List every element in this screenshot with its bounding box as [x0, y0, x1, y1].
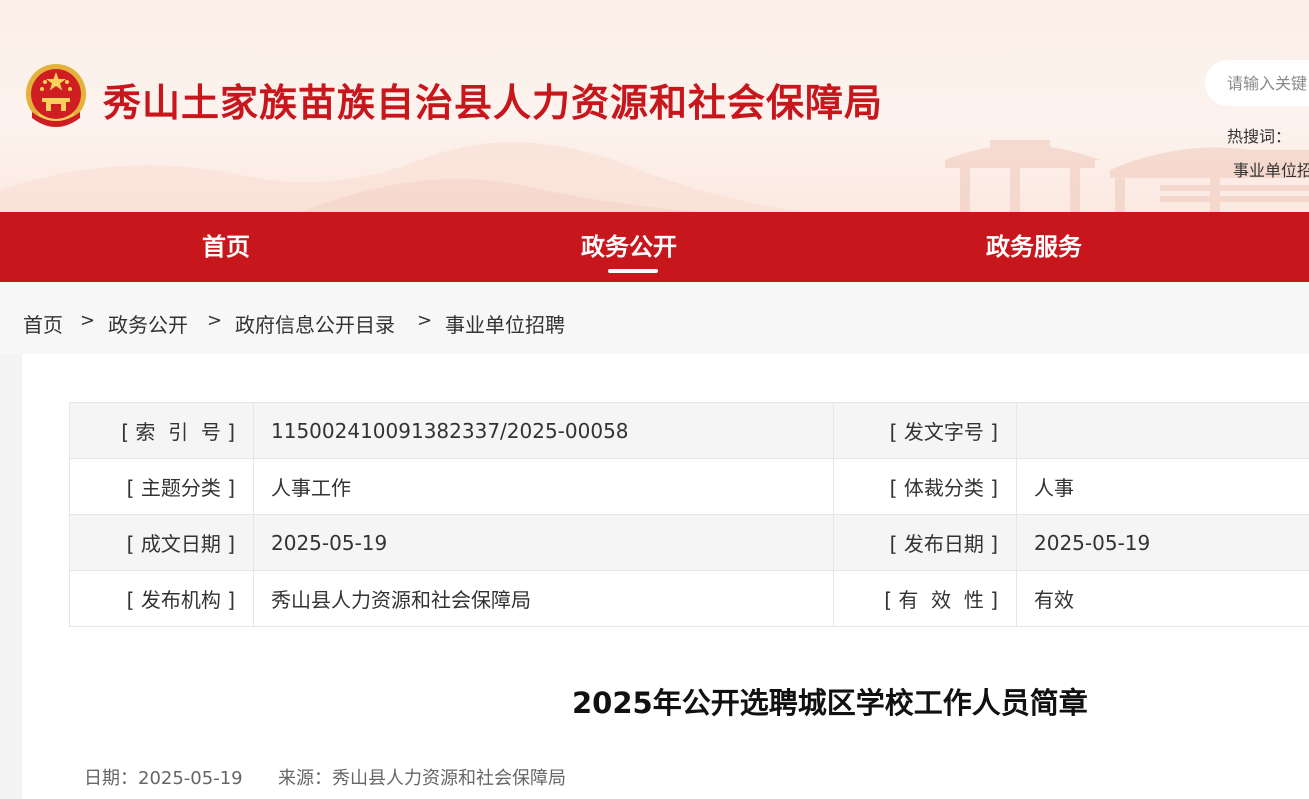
main-nav: 首页 政务公开 政务服务 [0, 212, 1309, 282]
table-row: [ 主题分类 ] 人事工作 [ 体裁分类 ] 人事 [69, 458, 1309, 515]
article-title: 2025年公开选聘城区学校工作人员简章 [572, 686, 1088, 720]
nav-item-government-services[interactable]: 政务服务 [986, 212, 1082, 282]
breadcrumb-separator: > [417, 310, 433, 331]
meta-label-written-date: [ 成文日期 ] [69, 514, 254, 571]
meta-label-index-number: [ 索 引 号 ] [69, 402, 254, 459]
national-emblem-icon [26, 64, 86, 127]
meta-value-publish-date: 2025-05-19 [1016, 514, 1309, 571]
breadcrumb-item-government-affairs[interactable]: 政务公开 [108, 309, 188, 338]
table-row: [ 发布机构 ] 秀山县人力资源和社会保障局 [ 有 效 性 ] 有效 [69, 570, 1309, 627]
breadcrumb-separator: > [207, 310, 223, 331]
meta-value-index-number: 115002410091382337/2025-00058 [253, 402, 834, 459]
article-source: 来源：秀山县人力资源和社会保障局 [278, 768, 566, 789]
table-row: [ 成文日期 ] 2025-05-19 [ 发布日期 ] 2025-05-19 [69, 514, 1309, 571]
meta-label-topic: [ 主题分类 ] [69, 458, 254, 515]
breadcrumb-item-home[interactable]: 首页 [23, 309, 63, 338]
hot-search-item[interactable]: 事业单位招 [1233, 157, 1309, 181]
breadcrumb-separator: > [80, 310, 96, 331]
meta-value-validity: 有效 [1016, 570, 1309, 627]
meta-value-genre: 人事 [1016, 458, 1309, 515]
content-card: [ 索 引 号 ] 115002410091382337/2025-00058 … [22, 354, 1309, 799]
breadcrumb: 首页 > 政务公开 > 政府信息公开目录 > 事业单位招聘 [0, 282, 1309, 354]
meta-value-document-number [1016, 402, 1309, 459]
site-header: 秀山土家族苗族自治县人力资源和社会保障局 热搜词： 事业单位招 [0, 0, 1309, 212]
article-date: 日期：2025-05-19 [84, 768, 243, 789]
search-input[interactable] [1205, 60, 1309, 106]
meta-label-validity: [ 有 效 性 ] [833, 570, 1017, 627]
meta-label-document-number: [ 发文字号 ] [833, 402, 1017, 459]
table-row: [ 索 引 号 ] 115002410091382337/2025-00058 … [69, 402, 1309, 459]
meta-value-written-date: 2025-05-19 [253, 514, 834, 571]
meta-label-publisher: [ 发布机构 ] [69, 570, 254, 627]
document-meta-table: [ 索 引 号 ] 115002410091382337/2025-00058 … [69, 402, 1309, 627]
meta-value-topic: 人事工作 [253, 458, 834, 515]
nav-active-indicator [608, 269, 658, 273]
meta-label-publish-date: [ 发布日期 ] [833, 514, 1017, 571]
hot-search-label: 热搜词： [1227, 127, 1292, 146]
nav-item-home[interactable]: 首页 [202, 212, 250, 282]
breadcrumb-item-catalog[interactable]: 政府信息公开目录 [235, 309, 395, 338]
meta-label-genre: [ 体裁分类 ] [833, 458, 1017, 515]
meta-value-publisher: 秀山县人力资源和社会保障局 [253, 570, 834, 627]
breadcrumb-item-recruitment[interactable]: 事业单位招聘 [445, 309, 565, 338]
site-title[interactable]: 秀山土家族苗族自治县人力资源和社会保障局 [103, 72, 883, 127]
